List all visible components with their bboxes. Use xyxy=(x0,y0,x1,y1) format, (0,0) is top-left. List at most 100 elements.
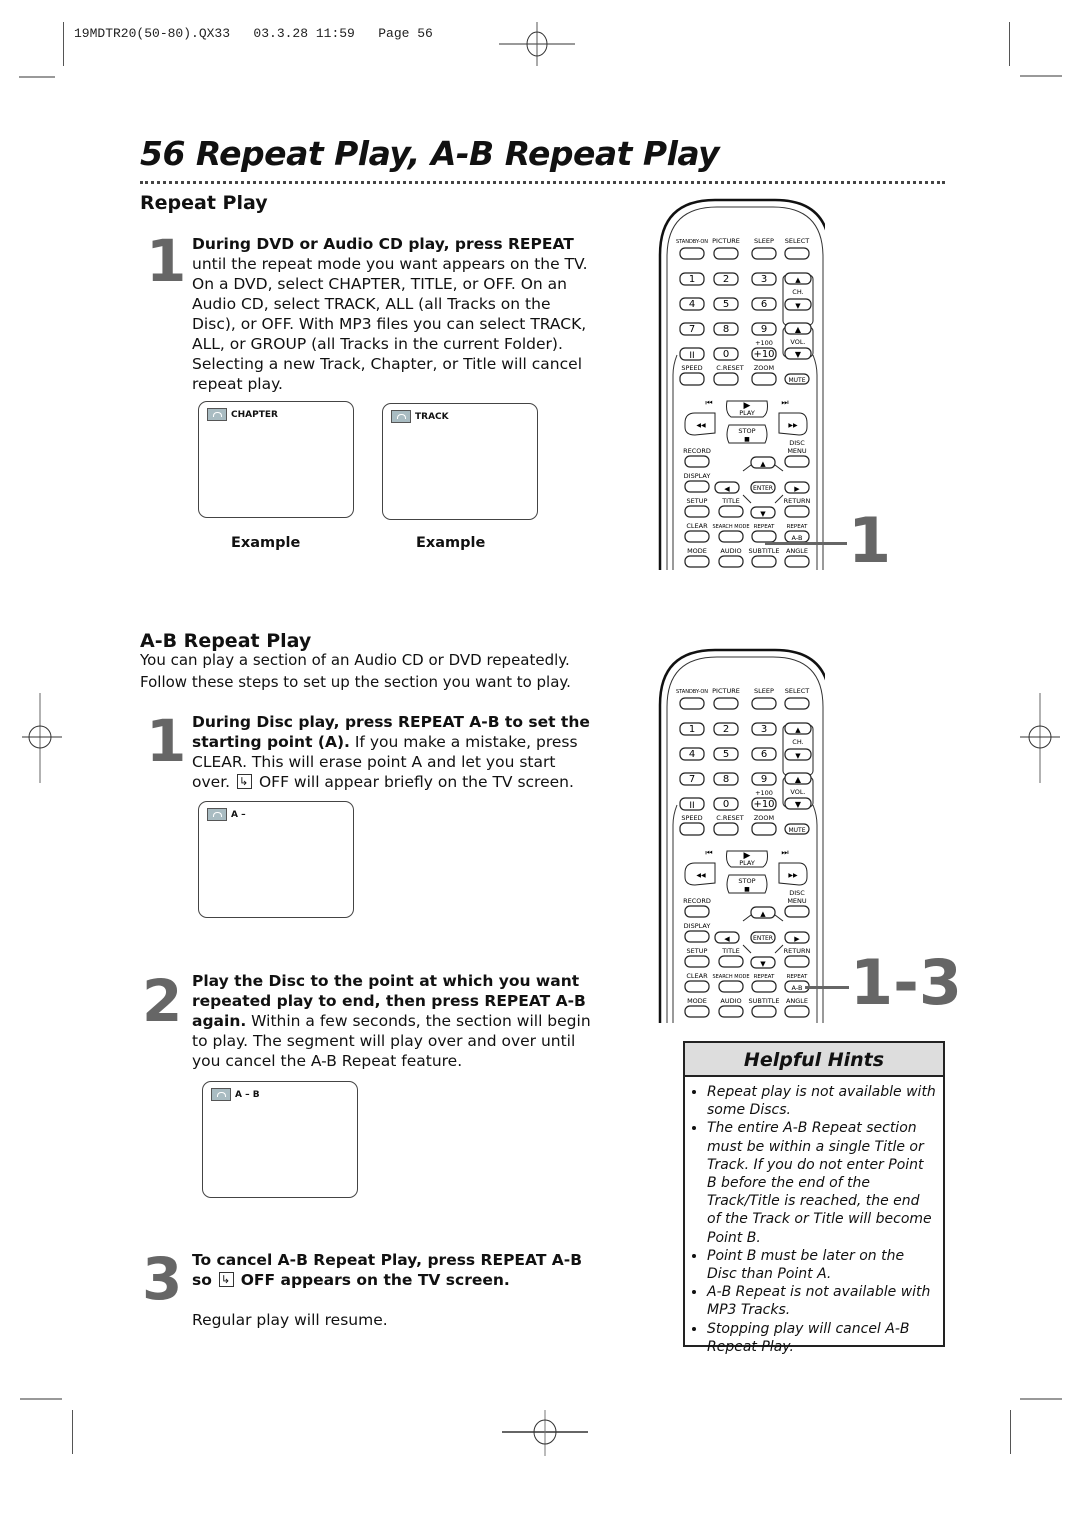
remote-label: SEARCH MODE xyxy=(712,524,749,530)
remote-label: REPEAT xyxy=(787,524,808,530)
remote-label: ⏮ xyxy=(705,848,712,857)
crop-mark xyxy=(19,76,55,78)
step-text: During Disc play, press REPEAT A-B to se… xyxy=(192,712,597,792)
remote-label: AUDIO xyxy=(720,547,741,555)
remote-illustration-bottom: STANDBY-ON PICTURE SLEEP SELECT 1 2 3 4 5 6 7 8 9 II 0… xyxy=(658,648,825,1023)
hint-item: The entire A-B Repeat section must be wi… xyxy=(707,1119,937,1246)
remote-label: PICTURE xyxy=(712,687,740,695)
dpad-line xyxy=(774,464,784,472)
remote-button-digit-label: 8 xyxy=(723,774,729,785)
remote-button-digit-label: 0 xyxy=(723,799,729,810)
remote-label: AUDIO xyxy=(720,997,741,1005)
section-heading-repeat-play: Repeat Play xyxy=(140,192,268,214)
step-detail: OFF will appear briefly on the TV screen… xyxy=(258,773,574,791)
remote-label: ANGLE xyxy=(786,997,808,1005)
hint-item: Stopping play will cancel A-B Repeat Pla… xyxy=(707,1320,937,1356)
repeat-icon xyxy=(207,808,227,821)
crop-mark xyxy=(1010,1410,1011,1454)
remote-label: ANGLE xyxy=(786,547,808,555)
remote-button-digit-label: 2 xyxy=(723,724,729,735)
display-button xyxy=(684,480,710,493)
remote-button xyxy=(713,247,739,260)
remote-label: II xyxy=(689,801,694,811)
clear-button xyxy=(684,980,710,993)
step-detail: Within a few seconds, the section will b… xyxy=(192,1012,591,1070)
setup-button xyxy=(684,955,710,968)
step-number: 3 xyxy=(142,1245,183,1313)
remote-label: SLEEP xyxy=(754,687,774,695)
remote-label: CH. xyxy=(792,288,803,296)
remote-label: MENU xyxy=(787,447,807,455)
crop-mark xyxy=(72,1410,73,1454)
step-instruction: OFF appears on the TV screen. xyxy=(240,1271,510,1289)
remote-label: VOL. xyxy=(790,338,805,346)
title-button xyxy=(718,955,744,968)
remote-button-digit-label: +10 xyxy=(753,799,774,810)
remote-label: ▲ xyxy=(760,460,766,468)
repeat-icon xyxy=(207,408,227,421)
remote-label: PICTURE xyxy=(712,237,740,245)
remote-button xyxy=(713,822,739,836)
remote-button xyxy=(751,247,777,260)
remote-label: +100 xyxy=(755,339,773,347)
remote-button xyxy=(713,697,739,710)
repeat-button xyxy=(751,530,777,543)
registration-mark-left xyxy=(22,693,62,783)
remote-label: CLEAR xyxy=(686,522,708,530)
step-number: 2 xyxy=(142,967,183,1035)
remote-label: II xyxy=(689,351,694,361)
remote-button xyxy=(784,697,810,710)
search-mode-button xyxy=(718,980,744,993)
dpad-line xyxy=(774,944,784,954)
step-number: 1 xyxy=(146,707,187,775)
remote-illustration-top: STANDBY-ON PICTURE SLEEP SELECT 1 2 3 4 5 6 7 8 9 II 0… xyxy=(658,198,825,570)
remote-button-digit-label: 1 xyxy=(689,724,695,735)
screen-label: CHAPTER xyxy=(231,409,278,420)
remote-label: ENTER xyxy=(753,485,773,492)
audio-button xyxy=(718,1005,744,1018)
tv-screen-example: CHAPTER xyxy=(198,401,354,518)
dpad-line xyxy=(742,464,752,472)
disc-menu-button xyxy=(784,905,810,918)
dpad-line xyxy=(774,494,784,504)
callout-line xyxy=(805,986,849,989)
remote-label: +100 xyxy=(755,789,773,797)
repeat-icon xyxy=(391,410,411,423)
remote-label: ▶▶ xyxy=(788,872,798,879)
remote-label: ZOOM xyxy=(754,814,774,822)
remote-button xyxy=(751,697,777,710)
remote-label: STANDBY-ON xyxy=(676,689,708,695)
hint-item: Repeat play is not available with some D… xyxy=(707,1083,937,1119)
crop-mark xyxy=(63,22,64,66)
tv-screen-example: A – xyxy=(198,801,354,918)
crop-mark xyxy=(1020,75,1062,77)
remote-button-digit-label: 7 xyxy=(689,324,695,335)
return-button xyxy=(784,955,810,968)
remote-label: SPEED xyxy=(681,814,702,822)
remote-button xyxy=(679,697,705,710)
dpad-line xyxy=(742,494,752,504)
title-button xyxy=(718,505,744,518)
remote-label: ▼ xyxy=(795,752,801,760)
remote-label: MODE xyxy=(687,547,707,555)
step-text: Play the Disc to the point at which you … xyxy=(192,971,597,1071)
step-callout: 1-3 xyxy=(850,946,963,1019)
remote-label: SETUP xyxy=(687,947,708,955)
remote-button-digit-label: 9 xyxy=(761,774,767,785)
remote-label: SEARCH MODE xyxy=(712,974,749,980)
remote-label: ◀◀ xyxy=(696,422,706,429)
remote-label: SETUP xyxy=(687,497,708,505)
remote-label: SUBTITLE xyxy=(749,547,780,555)
remote-label: ▶ xyxy=(794,485,800,493)
remote-button-digit-label: 4 xyxy=(689,299,695,310)
remote-label: ▶ xyxy=(794,935,800,943)
step-note: Regular play will resume. xyxy=(192,1311,388,1329)
remote-label: REPEAT xyxy=(787,974,808,980)
hints-list: Repeat play is not available with some D… xyxy=(685,1083,943,1356)
remote-label: RETURN xyxy=(784,497,811,505)
remote-button xyxy=(713,372,739,386)
remote-label: ▲ xyxy=(795,775,802,784)
remote-label: MUTE xyxy=(788,377,805,384)
remote-label: ▲ xyxy=(795,276,801,284)
remote-label: REPEAT xyxy=(754,524,775,530)
